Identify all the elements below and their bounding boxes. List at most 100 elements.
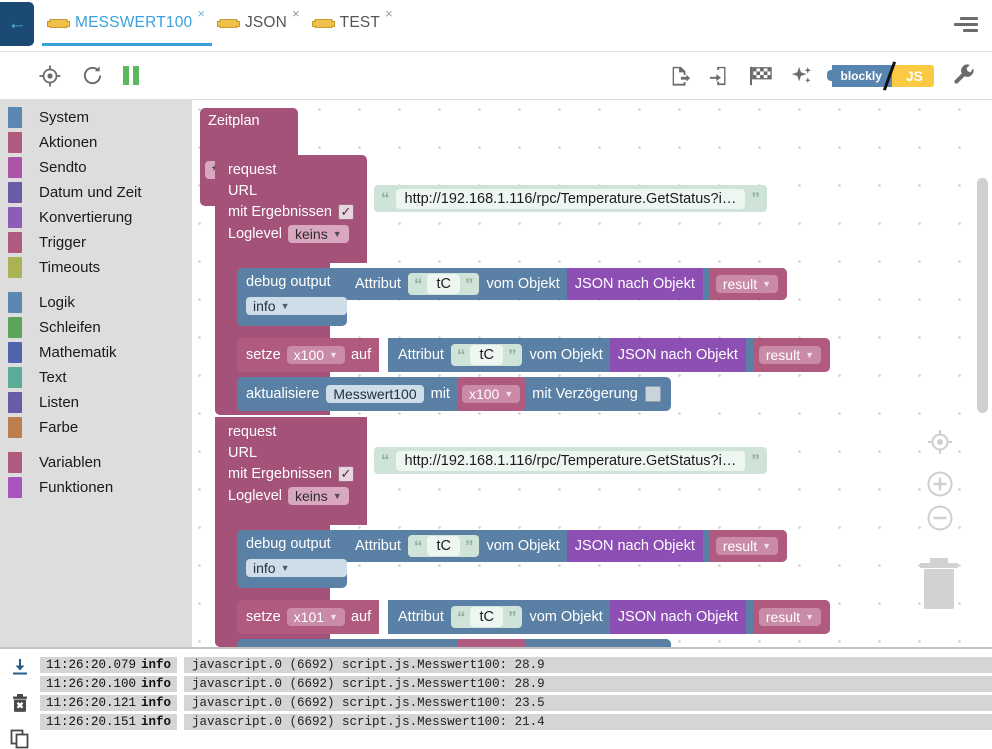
blockly-js-toggle[interactable]: blockly JS bbox=[826, 60, 934, 91]
blockly-mode-label[interactable]: blockly bbox=[826, 64, 892, 87]
result-dropdown[interactable]: result ▼ bbox=[715, 537, 779, 555]
block-json-to-object-setze-2[interactable]: JSON nach Objekt bbox=[609, 600, 746, 634]
block-setze-2[interactable]: setze x101 ▼ auf bbox=[237, 600, 380, 634]
tab-messwert100[interactable]: MESSWERT100 × bbox=[42, 0, 212, 46]
block-aktualisiere-2[interactable]: aktualisiere Messwert101 mit x101 ▼ mit … bbox=[237, 639, 671, 647]
log-row[interactable]: 11:26:20.121 info javascript.0 (6692) sc… bbox=[40, 693, 992, 712]
sidebar-item-listen[interactable]: Listen bbox=[0, 390, 192, 415]
block-setze-1[interactable]: setze x100 ▼ auf bbox=[237, 338, 380, 372]
sidebar-item-schleifen[interactable]: Schleifen bbox=[0, 315, 192, 340]
import-file-icon[interactable] bbox=[709, 65, 731, 87]
url-value[interactable]: http://192.168.1.116/rpc/Temperature.Get… bbox=[395, 188, 746, 209]
tab-close-icon[interactable]: × bbox=[292, 6, 300, 21]
log-row[interactable]: 11:26:20.151 info javascript.0 (6692) sc… bbox=[40, 712, 992, 731]
results-checkbox[interactable]: ✓ bbox=[337, 204, 354, 220]
block-result-1[interactable]: result ▼ bbox=[709, 268, 788, 300]
checkered-flag-icon[interactable] bbox=[749, 65, 773, 87]
log-row[interactable]: 11:26:20.079 info javascript.0 (6692) sc… bbox=[40, 655, 992, 674]
category-color-swatch bbox=[8, 107, 22, 128]
blockly-workspace[interactable]: Zeitplan */10 * * * * request URL mit Er… bbox=[192, 100, 992, 647]
loglevel-dropdown[interactable]: keins ▼ bbox=[288, 225, 349, 243]
trash-x-icon[interactable]: ✖ bbox=[10, 693, 30, 718]
result-dropdown[interactable]: result ▼ bbox=[758, 608, 822, 626]
block-aktualisiere-1[interactable]: aktualisiere Messwert100 mit x100 ▼ mit … bbox=[237, 377, 671, 411]
js-mode-label[interactable]: JS bbox=[891, 64, 934, 87]
result-dropdown[interactable]: result ▼ bbox=[715, 275, 779, 293]
tab-test[interactable]: TEST × bbox=[307, 0, 400, 46]
attribut-value-string[interactable]: “ tC ” bbox=[450, 606, 523, 628]
block-result-2[interactable]: result ▼ bbox=[709, 530, 788, 562]
block-debug-output-1[interactable]: debug output info ▼ bbox=[237, 268, 347, 326]
export-file-icon[interactable] bbox=[669, 65, 691, 87]
back-button[interactable]: ← bbox=[0, 2, 34, 46]
sidebar-item-mathematik[interactable]: Mathematik bbox=[0, 340, 192, 365]
refresh-icon[interactable] bbox=[81, 64, 104, 87]
debug-level-dropdown[interactable]: info ▼ bbox=[246, 559, 347, 577]
wrench-icon[interactable] bbox=[952, 64, 976, 88]
loglevel-dropdown[interactable]: keins ▼ bbox=[288, 487, 349, 505]
tab-close-icon[interactable]: × bbox=[385, 6, 393, 21]
verzogerung-checkbox[interactable] bbox=[644, 386, 661, 402]
block-request-1-header[interactable]: request URL mit Ergebnissen ✓ Loglevel k… bbox=[215, 155, 367, 263]
debug-level-dropdown[interactable]: info ▼ bbox=[246, 297, 347, 315]
zoom-out-button[interactable] bbox=[926, 504, 954, 537]
sidebar-item-datum-und-zeit[interactable]: Datum und Zeit bbox=[0, 180, 192, 205]
pause-icon[interactable] bbox=[123, 66, 139, 85]
workspace-vertical-scrollbar[interactable] bbox=[977, 178, 988, 413]
zoom-in-button[interactable] bbox=[926, 470, 954, 503]
sparkle-icon[interactable] bbox=[791, 64, 814, 87]
variable-dropdown[interactable]: x100 ▼ bbox=[461, 385, 521, 403]
attribut-value-string[interactable]: “ tC ” bbox=[450, 344, 523, 366]
sidebar-item-logik[interactable]: Logik bbox=[0, 290, 192, 315]
sidebar-item-trigger[interactable]: Trigger bbox=[0, 230, 192, 255]
url-value[interactable]: http://192.168.1.116/rpc/Temperature.Get… bbox=[395, 450, 746, 471]
setze-variable-dropdown[interactable]: x100 ▼ bbox=[286, 346, 345, 364]
sidebar-item-farbe[interactable]: Farbe bbox=[0, 415, 192, 440]
delete-bin-button[interactable] bbox=[918, 552, 960, 615]
tab-close-icon[interactable]: × bbox=[197, 6, 205, 21]
results-checkbox[interactable]: ✓ bbox=[337, 466, 354, 482]
block-zeitplan[interactable]: Zeitplan bbox=[200, 108, 298, 160]
block-json-to-object-1[interactable]: JSON nach Objekt bbox=[566, 268, 703, 300]
block-request-2-header[interactable]: request URL mit Ergebnissen ✓ Loglevel k… bbox=[215, 417, 367, 525]
sidebar-item-aktionen[interactable]: Aktionen bbox=[0, 130, 192, 155]
result-dropdown[interactable]: result ▼ bbox=[758, 346, 822, 364]
hamburger-menu-icon[interactable] bbox=[952, 14, 978, 34]
attribut-value[interactable]: tC bbox=[470, 345, 503, 365]
aktualisiere-target[interactable]: Messwert100 bbox=[326, 385, 424, 403]
sidebar-item-funktionen[interactable]: Funktionen bbox=[0, 475, 192, 500]
sidebar-item-variablen[interactable]: Variablen bbox=[0, 450, 192, 475]
setze-variable-dropdown[interactable]: x101 ▼ bbox=[286, 608, 345, 626]
block-url-string-2[interactable]: “ http://192.168.1.116/rpc/Temperature.G… bbox=[374, 447, 767, 474]
center-view-button[interactable] bbox=[926, 428, 954, 461]
sidebar-item-system[interactable]: System bbox=[0, 105, 192, 130]
log-row[interactable]: 11:26:20.100 info javascript.0 (6692) sc… bbox=[40, 674, 992, 693]
block-result-setze-2[interactable]: result ▼ bbox=[752, 600, 831, 634]
block-json-to-object-setze-1[interactable]: JSON nach Objekt bbox=[609, 338, 746, 372]
block-variable-x101[interactable]: x101 ▼ bbox=[456, 639, 526, 647]
block-attribut-2[interactable]: Attribut “ tC ” vom Objekt JSON nach Obj… bbox=[347, 530, 788, 562]
block-attribut-1[interactable]: Attribut “ tC ” vom Objekt JSON nach Obj… bbox=[347, 268, 788, 300]
tab-json[interactable]: JSON × bbox=[212, 0, 307, 46]
chevron-down-icon: ▼ bbox=[332, 229, 342, 239]
block-url-string-1[interactable]: “ http://192.168.1.116/rpc/Temperature.G… bbox=[374, 185, 767, 212]
copy-icon[interactable] bbox=[10, 729, 30, 749]
sidebar-item-text[interactable]: Text bbox=[0, 365, 192, 390]
block-variable-x100[interactable]: x100 ▼ bbox=[456, 377, 526, 411]
block-debug-output-2[interactable]: debug output info ▼ bbox=[237, 530, 347, 588]
block-json-to-object-2[interactable]: JSON nach Objekt bbox=[566, 530, 703, 562]
attribut-value-string[interactable]: “ tC ” bbox=[407, 273, 480, 295]
locate-target-icon[interactable] bbox=[38, 64, 62, 88]
block-result-setze-1[interactable]: result ▼ bbox=[752, 338, 831, 372]
attribut-value-string[interactable]: “ tC ” bbox=[407, 535, 480, 557]
attribut-value[interactable]: tC bbox=[470, 607, 503, 627]
attribut-value[interactable]: tC bbox=[427, 536, 460, 556]
sidebar-item-konvertierung[interactable]: Konvertierung bbox=[0, 205, 192, 230]
block-attribut-setze-2[interactable]: Attribut “ tC ” vom Objekt JSON nach Obj… bbox=[388, 600, 831, 634]
block-attribut-setze-1[interactable]: Attribut “ tC ” vom Objekt JSON nach Obj… bbox=[388, 338, 831, 372]
attribut-value[interactable]: tC bbox=[427, 274, 460, 294]
sidebar-item-sendto[interactable]: Sendto bbox=[0, 155, 192, 180]
download-icon[interactable] bbox=[10, 657, 30, 682]
category-label: System bbox=[39, 109, 90, 126]
sidebar-item-timeouts[interactable]: Timeouts bbox=[0, 255, 192, 280]
